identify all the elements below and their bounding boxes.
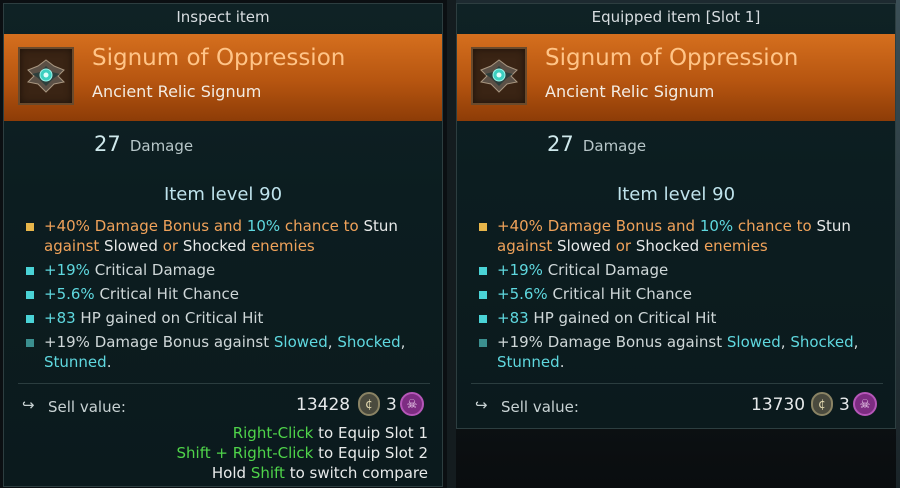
item-icon-frame <box>18 47 74 105</box>
sell-label: Sell value: <box>501 398 579 416</box>
item-header: Signum of Oppression Ancient Relic Signu… <box>4 34 442 121</box>
divider <box>18 383 430 384</box>
hint-equip-slot-1: Right-Click to Equip Slot 1 <box>232 424 428 442</box>
legendary-bullet-icon <box>479 223 487 231</box>
stat-bullet-icon <box>26 267 34 275</box>
item-name: Signum of Oppression <box>92 45 346 71</box>
hint-equip-slot-2: Shift + Right-Click to Equip Slot 2 <box>176 444 428 462</box>
item-level: Item level 90 <box>616 184 736 205</box>
sell-value: 13428 <box>296 395 351 415</box>
skull-currency-icon: ☠ <box>853 392 877 416</box>
divider <box>471 383 883 384</box>
glyph-coin-icon: ¢ <box>811 392 833 416</box>
panel-title: Inspect item <box>176 8 270 26</box>
item-type: Ancient Relic Signum <box>545 82 715 101</box>
stat-bullet-icon <box>479 315 487 323</box>
skull-count: 3 <box>386 395 397 415</box>
stat-line: +5.6% Critical Hit Chance <box>4 284 442 304</box>
stat-line: +40% Damage Bonus and 10% chance to Stun… <box>4 216 442 256</box>
item-level: Item level 90 <box>163 184 283 205</box>
stat-line: +19% Damage Bonus against Slowed, Shocke… <box>457 332 895 372</box>
stat-bullet-icon <box>479 291 487 299</box>
stat-line: +83 HP gained on Critical Hit <box>4 308 442 328</box>
sell-arrow-icon: ↪ <box>22 396 35 414</box>
stat-line: +83 HP gained on Critical Hit <box>457 308 895 328</box>
stat-bullet-icon <box>26 315 34 323</box>
item-name: Signum of Oppression <box>545 45 799 71</box>
damage-label: Damage <box>582 137 647 155</box>
sell-value-row: ↪ Sell value: 13428 ¢ 3 ☠ <box>4 392 442 420</box>
hint-switch-compare: Hold Shift to switch compare <box>211 464 428 482</box>
damage-stat: 27 Damage <box>94 132 193 156</box>
sell-value: 13730 <box>751 395 806 415</box>
stat-line: +19% Critical Damage <box>4 260 442 280</box>
damage-stat: 27 Damage <box>547 132 646 156</box>
damage-value: 27 <box>94 132 121 156</box>
glyph-coin-icon: ¢ <box>358 392 380 416</box>
sell-label: Sell value: <box>48 398 126 416</box>
legendary-bullet-icon <box>26 223 34 231</box>
skull-count: 3 <box>839 395 850 415</box>
stat-bullet-icon <box>479 267 487 275</box>
edge-decoration <box>896 0 900 488</box>
panel-gap <box>447 0 456 488</box>
stat-list: +40% Damage Bonus and 10% chance to Stun… <box>457 216 895 372</box>
stat-list: +40% Damage Bonus and 10% chance to Stun… <box>4 216 442 372</box>
stat-line: +5.6% Critical Hit Chance <box>457 284 895 304</box>
damage-value: 27 <box>547 132 574 156</box>
panel-title: Equipped item [Slot 1] <box>591 8 761 26</box>
sell-arrow-icon: ↪ <box>475 396 488 414</box>
signum-relic-icon <box>26 59 66 93</box>
signum-relic-icon <box>479 59 519 93</box>
stat-line: +19% Critical Damage <box>457 260 895 280</box>
item-type: Ancient Relic Signum <box>92 82 262 101</box>
skull-currency-icon: ☠ <box>400 392 424 416</box>
stat-bullet-icon <box>26 291 34 299</box>
stat-bullet-icon <box>479 339 487 347</box>
sell-value-row: ↪ Sell value: 13730 ¢ 3 ☠ <box>457 392 895 420</box>
stat-bullet-icon <box>26 339 34 347</box>
equipped-item-tooltip: Equipped item [Slot 1] Signum of Oppress… <box>456 3 896 429</box>
item-header: Signum of Oppression Ancient Relic Signu… <box>457 34 895 121</box>
inspect-item-tooltip: Inspect item Signum of Oppression Ancien… <box>3 3 443 487</box>
control-hints: Right-Click to Equip Slot 1 Shift + Righ… <box>177 423 428 483</box>
item-icon-frame <box>471 47 527 105</box>
stat-line: +40% Damage Bonus and 10% chance to Stun… <box>457 216 895 256</box>
damage-label: Damage <box>129 137 194 155</box>
stat-line: +19% Damage Bonus against Slowed, Shocke… <box>4 332 442 372</box>
